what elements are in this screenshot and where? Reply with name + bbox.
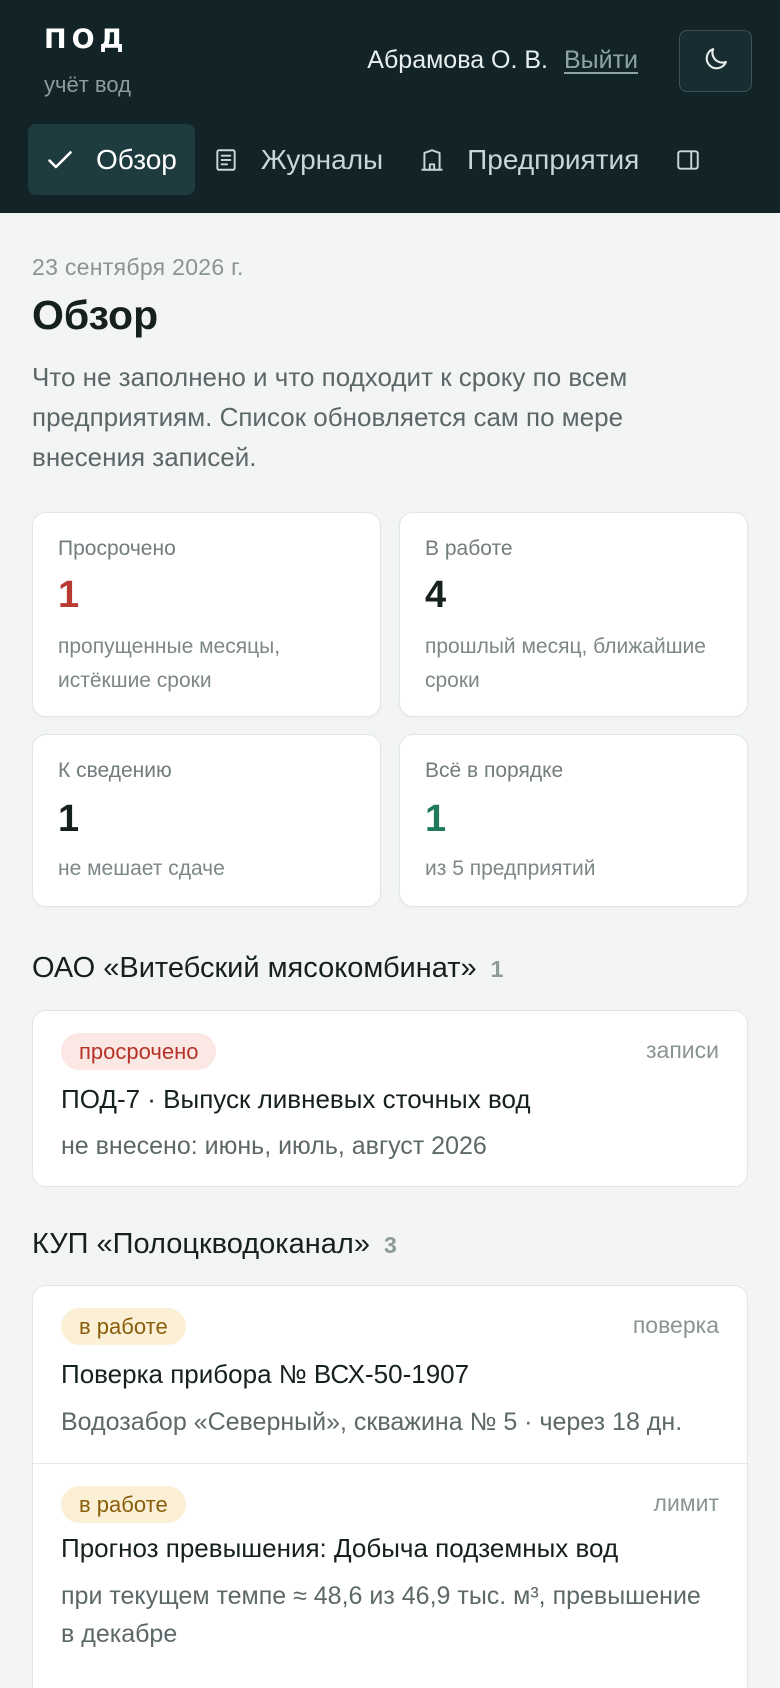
stat-card-overdue[interactable]: Просрочено 1 пропущенные месяцы, истёкши… — [32, 512, 381, 717]
task-description: Водозабор «Северный», скважина № 5 · чер… — [61, 1408, 683, 1436]
enterprise-name: КУП «Полоцкводоканал» — [32, 1228, 370, 1260]
status-badge: в работе — [61, 1308, 186, 1345]
task-item[interactable]: в работе поверка Поверка прибора № ВСХ-5… — [33, 1286, 747, 1463]
main-nav: Обзор Журналы Предприятия — [28, 124, 723, 195]
status-badge: просрочено — [61, 1033, 217, 1070]
stat-label: Просрочено — [58, 537, 176, 560]
task-title: Поверка прибора № ВСХ-50-1907 — [61, 1359, 470, 1389]
task-type: лимит — [653, 1490, 719, 1516]
tab-meters[interactable] — [657, 124, 723, 195]
enterprise-heading[interactable]: ОАО «Витебский мясокомбинат» 1 — [32, 952, 503, 985]
stat-value: 1 — [58, 574, 80, 616]
stat-card-info[interactable]: К сведению 1 не мешает сдаче — [32, 734, 381, 907]
logout-link[interactable]: Выйти — [564, 46, 638, 75]
stat-label: Всё в порядке — [425, 759, 564, 782]
stat-card-in-progress[interactable]: В работе 4 прошлый месяц, ближайшие срок… — [399, 512, 748, 717]
document-icon — [213, 147, 239, 173]
brand-logo[interactable]: ПОД — [44, 24, 129, 55]
task-description: при текущем темпе ≈ 48,6 из 46,9 тыс. м³… — [61, 1582, 701, 1648]
tab-overview-label: Обзор — [96, 143, 177, 175]
task-title: ПОД-7 · Выпуск ливневых сточных вод — [61, 1084, 531, 1114]
task-item[interactable]: просрочено записи ПОД-7 · Выпуск ливневы… — [33, 1011, 747, 1186]
stat-label: К сведению — [58, 759, 172, 782]
tab-enterprises[interactable]: Предприятия — [401, 124, 657, 195]
user-name: Абрамова О. В. — [367, 46, 548, 74]
task-item[interactable]: в работе лимит Прогноз превышения: Добыч… — [33, 1463, 747, 1688]
enterprise-count-badge: 1 — [490, 956, 504, 982]
stat-value: 4 — [425, 574, 447, 616]
stat-value: 1 — [425, 798, 447, 840]
theme-toggle-button[interactable] — [679, 30, 752, 92]
enterprise-heading[interactable]: КУП «Полоцкводоканал» 3 — [32, 1228, 397, 1261]
tab-journals[interactable]: Журналы — [195, 124, 401, 195]
stat-label: В работе — [425, 537, 513, 560]
building-icon — [419, 147, 445, 173]
check-icon — [46, 146, 74, 174]
page-title: Обзор — [32, 292, 159, 338]
stat-caption: пропущенные месяцы, истёкшие сроки — [58, 635, 281, 692]
moon-icon — [702, 45, 730, 78]
task-description: не внесено: июнь, июль, август 2026 — [61, 1132, 487, 1160]
tab-enterprises-label: Предприятия — [467, 143, 640, 175]
app-header: ПОД учёт вод Абрамова О. В. Выйти Обзор … — [0, 0, 780, 213]
tab-journals-label: Журналы — [260, 143, 384, 175]
stat-value: 1 — [58, 798, 80, 840]
task-card: в работе поверка Поверка прибора № ВСХ-5… — [32, 1285, 748, 1688]
brand-subtitle: учёт вод — [44, 72, 131, 97]
task-type: записи — [646, 1037, 719, 1063]
stat-caption: не мешает сдаче — [58, 857, 225, 880]
task-card: просрочено записи ПОД-7 · Выпуск ливневы… — [32, 1010, 748, 1187]
status-badge: в работе — [61, 1486, 186, 1523]
stat-caption: из 5 предприятий — [425, 857, 596, 880]
task-type: поверка — [632, 1312, 719, 1338]
enterprise-name: ОАО «Витебский мясокомбинат» — [32, 952, 477, 984]
enterprise-count-badge: 3 — [383, 1232, 397, 1258]
meter-icon — [675, 147, 701, 173]
stat-caption: прошлый месяц, ближайшие сроки — [425, 635, 706, 692]
current-date: 23 сентября 2026 г. — [32, 254, 244, 280]
page-intro: Что не заполнено и что подходит к сроку … — [32, 362, 628, 472]
stat-card-ok[interactable]: Всё в порядке 1 из 5 предприятий — [399, 734, 748, 907]
task-title: Прогноз превышения: Добыча подземных вод — [61, 1533, 619, 1563]
tab-overview[interactable]: Обзор — [28, 124, 195, 195]
